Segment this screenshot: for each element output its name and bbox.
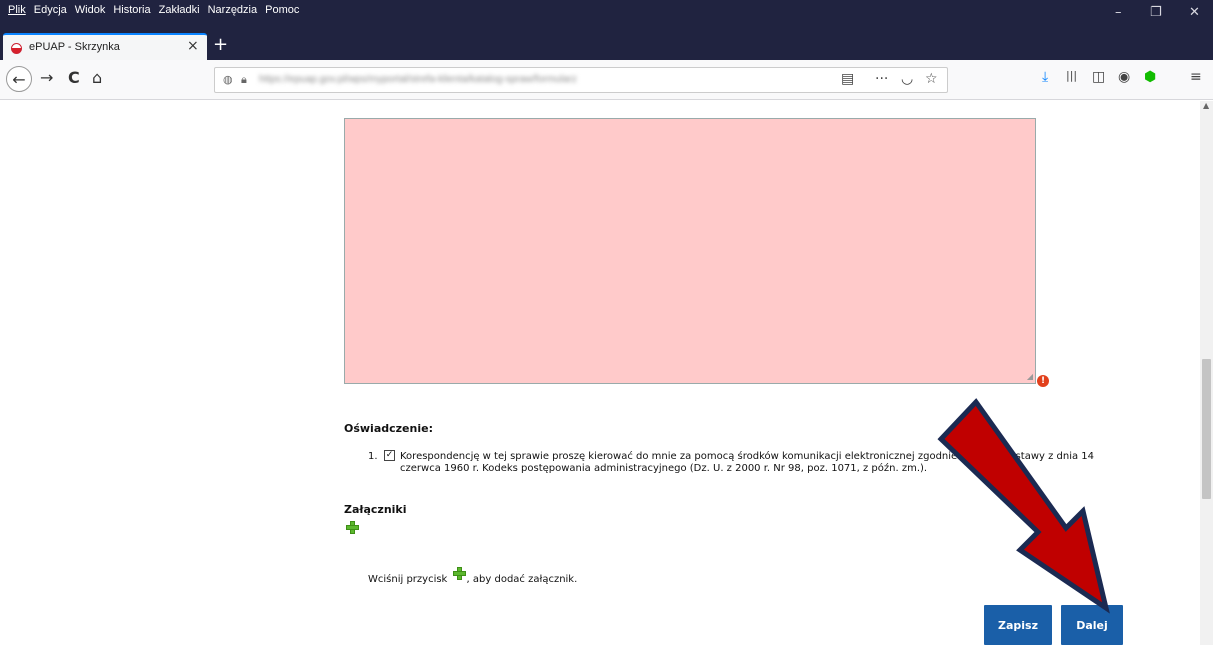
error-icon: ! [1037, 375, 1049, 387]
inline-plus-icon [452, 567, 466, 580]
tab-epuap[interactable]: ePUAP - Skrzynka × [3, 33, 207, 60]
scroll-thumb[interactable] [1202, 359, 1211, 499]
menu-item-historia[interactable]: Historia [113, 4, 150, 16]
library-icon[interactable]: ||| [1066, 69, 1077, 82]
content-textarea[interactable]: ◢ [344, 118, 1036, 384]
scroll-up-icon[interactable]: ▲ [1203, 101, 1209, 110]
declaration-number: 1. [368, 451, 378, 462]
new-tab-button[interactable]: + [213, 34, 228, 55]
sidebar-icon[interactable]: ◫ [1092, 69, 1105, 85]
attachments-heading: Załączniki [344, 503, 407, 516]
tracking-shield-icon: ◍ [223, 73, 233, 86]
bookmark-star-icon[interactable]: ☆ [925, 71, 938, 87]
reader-view-icon[interactable]: ▤ [841, 71, 854, 87]
menu-item-plik[interactable]: Plik [8, 4, 26, 16]
menu-list: Plik Edycja Widok Historia Zakładki Narz… [8, 4, 299, 16]
attachments-hint: Wciśnij przycisk , aby dodać załącznik. [368, 567, 578, 585]
menu-item-pomoc[interactable]: Pomoc [265, 4, 299, 16]
back-button[interactable]: ← [6, 66, 32, 92]
forward-button[interactable]: → [40, 68, 53, 87]
declaration-text-line-2: czerwca 1960 r. Kodeks postępowania admi… [400, 463, 928, 474]
close-window-button[interactable]: ✕ [1189, 6, 1200, 20]
menu-item-edycja[interactable]: Edycja [34, 4, 67, 16]
menu-item-zakladki[interactable]: Zakładki [159, 4, 200, 16]
browser-window: Plik Edycja Widok Historia Zakładki Narz… [0, 0, 1213, 645]
menu-item-widok[interactable]: Widok [75, 4, 106, 16]
url-bar[interactable]: ◍ 🔒︎ https://epuap.gov.pl/wps/myportal/s… [214, 67, 948, 93]
tab-strip: ePUAP - Skrzynka × [0, 32, 1213, 60]
next-button[interactable]: Dalej [1061, 605, 1123, 645]
home-button[interactable]: ⌂ [92, 68, 102, 87]
restore-button[interactable]: ❐ [1150, 6, 1162, 20]
page-content: ◢ ! Oświadczenie: 1. ✓ Korespondencję w … [0, 101, 1200, 645]
page-scrollbar[interactable]: ▲ [1200, 101, 1213, 645]
url-text: https://epuap.gov.pl/wps/myportal/strefa… [259, 74, 577, 85]
attachments-hint-before: Wciśnij przycisk [368, 574, 448, 585]
download-icon[interactable]: ⤓ [1042, 69, 1048, 85]
add-attachment-icon[interactable] [346, 521, 359, 534]
declaration-text-line-1: Korespondencję w tej sprawie proszę kier… [400, 451, 1095, 462]
back-arrow-icon: ← [12, 69, 26, 89]
minimize-button[interactable]: – [1115, 6, 1122, 20]
menu-item-narzedzia[interactable]: Narzędzia [208, 4, 258, 16]
reload-button[interactable]: C [68, 68, 80, 87]
save-button[interactable]: Zapisz [984, 605, 1052, 645]
declaration-text: Korespondencję w tej sprawie proszę kier… [400, 451, 1120, 475]
navigation-bar: ← → C ⌂ ◍ 🔒︎ https://epuap.gov.pl/wps/my… [0, 60, 1213, 100]
menu-bar: Plik Edycja Widok Historia Zakładki Narz… [0, 0, 1213, 32]
page-actions-icon[interactable]: ··· [875, 71, 888, 87]
declaration-checkbox[interactable]: ✓ [384, 450, 395, 461]
attachments-hint-after: , aby dodać załącznik. [466, 574, 578, 585]
tab-close-icon[interactable]: × [187, 38, 199, 54]
account-icon[interactable]: ◉ [1118, 69, 1130, 85]
lock-icon: 🔒︎ [241, 73, 247, 86]
pocket-icon[interactable]: ◡ [901, 71, 913, 87]
tab-title: ePUAP - Skrzynka [29, 41, 120, 53]
resize-grip-icon[interactable]: ◢ [1027, 372, 1033, 381]
epuap-favicon-icon [11, 43, 22, 54]
declaration-heading: Oświadczenie: [344, 422, 433, 435]
extension-shield-icon[interactable]: ⬢ [1144, 69, 1156, 85]
app-menu-icon[interactable]: ≡ [1190, 69, 1202, 85]
